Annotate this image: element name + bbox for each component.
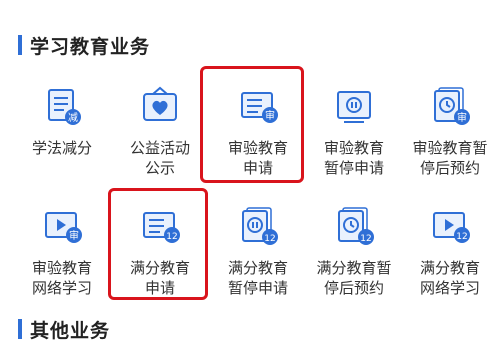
highlight-box-manfen-shenqing <box>108 188 208 300</box>
video-document-12-icon: 12 <box>433 212 470 243</box>
video-document-icon: 审 <box>45 212 82 243</box>
tile-manfen-yuyue[interactable]: 12 满分教育暂 停后预约 <box>306 192 402 312</box>
document-reduce-icon: 减 <box>48 89 81 125</box>
clock-document-12-icon: 12 <box>338 207 374 245</box>
tile-gongyi-gongshi[interactable]: 公益活动 公示 <box>112 72 208 192</box>
highlight-box-shenyan-shenqing <box>200 66 304 183</box>
tile-label: 满分教育 暂停申请 <box>227 259 288 297</box>
svg-text:审: 审 <box>457 111 467 124</box>
tile-shenyan-zanting[interactable]: 审验教育 暂停申请 <box>306 72 402 192</box>
service-row-2: 审 审验教育 网络学习 12 满分教育 申请 12 满分教育 暂停申请 12 满… <box>0 192 500 312</box>
clock-document-icon: 审 <box>434 87 470 125</box>
svg-text:减: 减 <box>68 112 78 124</box>
heart-board-icon <box>143 86 177 121</box>
tile-label: 审验教育 网络学习 <box>31 259 92 297</box>
tile-label: 审验教育暂 停后预约 <box>412 139 488 177</box>
tile-manfen-zanting[interactable]: 12 满分教育 暂停申请 <box>210 192 306 312</box>
section-title-text: 学习教育业务 <box>30 35 151 58</box>
section-title-text: 其他业务 <box>30 319 111 342</box>
pause-document-icon <box>337 91 371 123</box>
svg-text:12: 12 <box>360 234 371 244</box>
tile-xuefa-jianfen[interactable]: 减 学法减分 <box>14 72 110 192</box>
svg-text:12: 12 <box>264 234 275 244</box>
tile-shenyan-yuyue[interactable]: 审 审验教育暂 停后预约 <box>402 72 498 192</box>
section-bar <box>18 35 22 55</box>
svg-text:审: 审 <box>69 229 79 242</box>
section-title-other: 其他业务 <box>18 318 111 342</box>
section-title-study: 学习教育业务 <box>18 34 151 58</box>
tile-shenyan-wangluo[interactable]: 审 审验教育 网络学习 <box>14 192 110 312</box>
pause-document-12-icon: 12 <box>242 207 278 245</box>
tile-label: 满分教育暂 停后预约 <box>316 259 392 297</box>
tile-label: 学法减分 <box>31 139 92 157</box>
tile-label: 公益活动 公示 <box>129 139 190 177</box>
tile-manfen-wangluo[interactable]: 12 满分教育 网络学习 <box>402 192 498 312</box>
tile-label: 审验教育 暂停申请 <box>323 139 384 177</box>
svg-text:12: 12 <box>456 232 467 242</box>
section-bar <box>18 319 22 339</box>
tile-label: 满分教育 网络学习 <box>419 259 480 297</box>
